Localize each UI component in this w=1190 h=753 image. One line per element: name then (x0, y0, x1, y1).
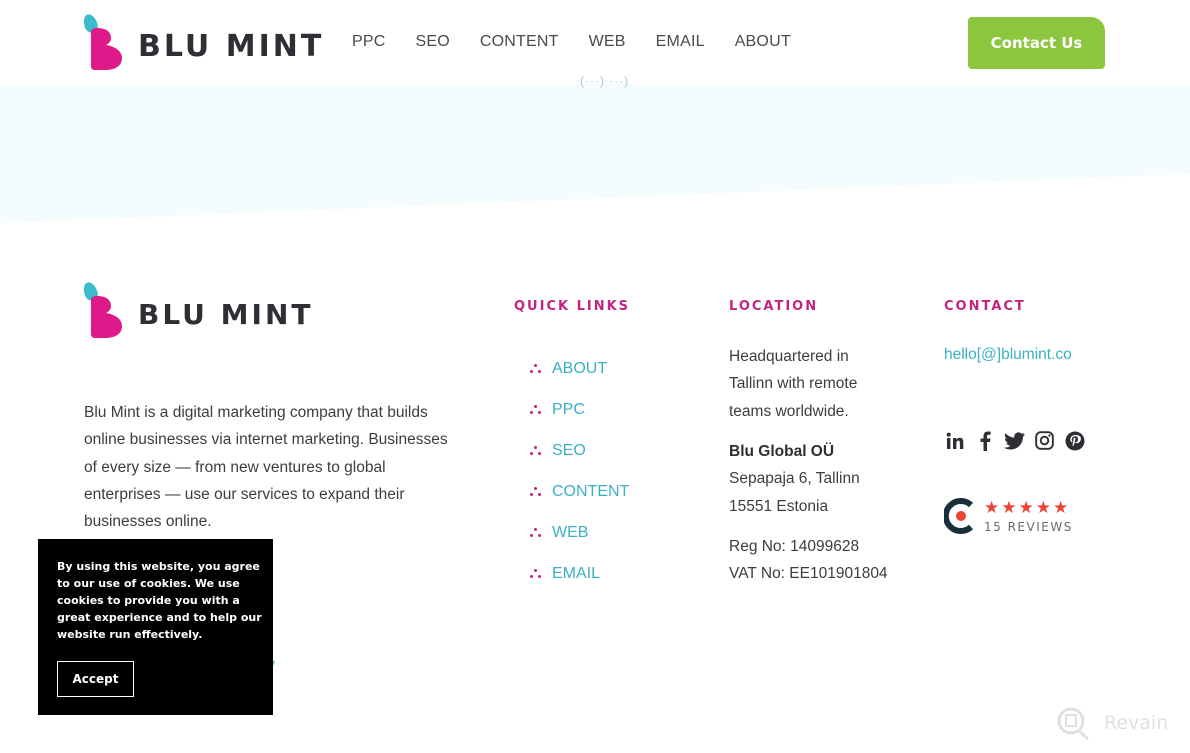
triple-dot-icon (530, 445, 542, 457)
instagram-icon[interactable] (1034, 430, 1055, 451)
star-rating: ★ ★ ★ ★ ★ (984, 499, 1073, 516)
company-address: Blu Global OÜ Sepapaja 6, Tallinn 15551 … (729, 438, 860, 520)
nav-item-about[interactable]: ABOUT (735, 33, 791, 51)
quick-link-ppc[interactable]: PPC (530, 389, 629, 430)
reg-number: Reg No: 14099628 (729, 538, 860, 555)
star-icon: ★ (1018, 497, 1034, 517)
clutch-rating-widget[interactable]: ★ ★ ★ ★ ★ 15 REVIEWS (942, 497, 1073, 535)
social-links (944, 430, 1085, 451)
company-description: Blu Mint is a digital marketing company … (84, 404, 448, 531)
nav-item-web[interactable]: WEB (589, 33, 626, 51)
star-icon: ★ (1035, 497, 1051, 517)
footer-logo[interactable]: BLU MINT (81, 280, 314, 340)
site-header: BLU MINT PPC SEO CONTENT WEB EMAIL ABOUT… (0, 0, 1190, 84)
contact-us-button[interactable]: Contact Us (968, 17, 1105, 69)
logo-text: BLU MINT (138, 28, 325, 64)
star-icon: ★ (1053, 497, 1069, 517)
star-icon: ★ (1001, 497, 1017, 517)
revain-label: Revain (1104, 712, 1169, 734)
revain-logo-icon (1057, 707, 1090, 740)
nav-item-email[interactable]: EMAIL (656, 33, 705, 51)
location-heading: LOCATION (729, 299, 819, 314)
contact-heading: CONTACT (944, 299, 1026, 314)
logo-mark-icon (81, 280, 124, 340)
quick-link-about[interactable]: ABOUT (530, 348, 629, 389)
clutch-logo-icon (942, 497, 976, 535)
triple-dot-icon (530, 404, 542, 416)
quick-link-web[interactable]: WEB (530, 512, 629, 553)
nav-item-seo[interactable]: SEO (416, 33, 450, 51)
logo-mark-icon (81, 12, 124, 72)
quick-links-heading: QUICK LINKS (514, 299, 631, 314)
quick-link-email[interactable]: EMAIL (530, 553, 629, 594)
quick-links-list: ABOUT PPC SEO CONTENT WEB EMAIL (530, 348, 629, 594)
triple-dot-icon (530, 486, 542, 498)
cookie-consent-banner: By using this website, you agree to our … (38, 539, 273, 715)
quick-link-content[interactable]: CONTENT (530, 471, 629, 512)
triple-dot-icon (530, 527, 542, 539)
reviews-count: 15 REVIEWS (984, 519, 1073, 534)
quick-link-seo[interactable]: SEO (530, 430, 629, 471)
vat-number: VAT No: EE101901804 (729, 565, 888, 583)
star-icon: ★ (984, 497, 1000, 517)
nav-item-content[interactable]: CONTENT (480, 33, 559, 51)
email-link[interactable]: hello[@]blumint.co (944, 346, 1072, 364)
triple-dot-icon (530, 568, 542, 580)
partially-hidden-text: (···) ···) (580, 74, 630, 88)
registration-info: Reg No: 14099628 VAT No: EE101901804 (729, 533, 888, 588)
header-logo[interactable]: BLU MINT (81, 12, 325, 72)
cookie-message: By using this website, you agree to our … (57, 560, 262, 641)
linkedin-icon[interactable] (944, 430, 965, 451)
nav-item-ppc[interactable]: PPC (352, 33, 386, 51)
revain-watermark: Revain (1056, 706, 1168, 740)
triple-dot-icon (530, 363, 542, 375)
twitter-icon[interactable] (1004, 430, 1025, 451)
accept-cookies-button[interactable]: Accept (57, 661, 134, 697)
hq-description: Headquartered in Tallinn with remote tea… (729, 348, 858, 420)
main-nav: PPC SEO CONTENT WEB EMAIL ABOUT (352, 33, 821, 51)
hero-background (0, 84, 1190, 224)
logo-text: BLU MINT (138, 297, 314, 331)
company-name: Blu Global OÜ (729, 443, 835, 460)
facebook-icon[interactable] (974, 430, 995, 451)
pinterest-icon[interactable] (1064, 430, 1085, 451)
